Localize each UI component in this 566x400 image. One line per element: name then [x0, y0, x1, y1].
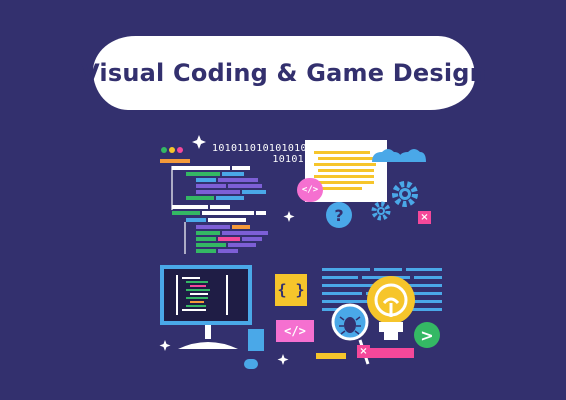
code-tag-icon: </>	[276, 320, 314, 342]
binary-code: 1010110101010101 10101	[212, 143, 314, 165]
code-tag-icon: </>	[297, 178, 323, 202]
binary-line-1: 1010110101010101	[212, 143, 314, 154]
window-dots	[161, 147, 183, 153]
code-editor	[160, 159, 268, 254]
close-icon: ×	[357, 345, 370, 358]
play-icon: >	[414, 322, 440, 348]
braces-icon: { }	[275, 274, 307, 306]
accent-bar-yellow	[316, 353, 346, 359]
accent-bar-pink	[370, 348, 414, 358]
binary-line-2: 10101	[272, 154, 304, 165]
monitor-icon	[160, 265, 264, 369]
question-icon: ?	[326, 202, 352, 228]
close-icon: ×	[418, 211, 431, 224]
lightbulb-icon	[367, 276, 415, 340]
illustration-stage: Visual Coding & Game Design 101011010101…	[0, 0, 566, 400]
